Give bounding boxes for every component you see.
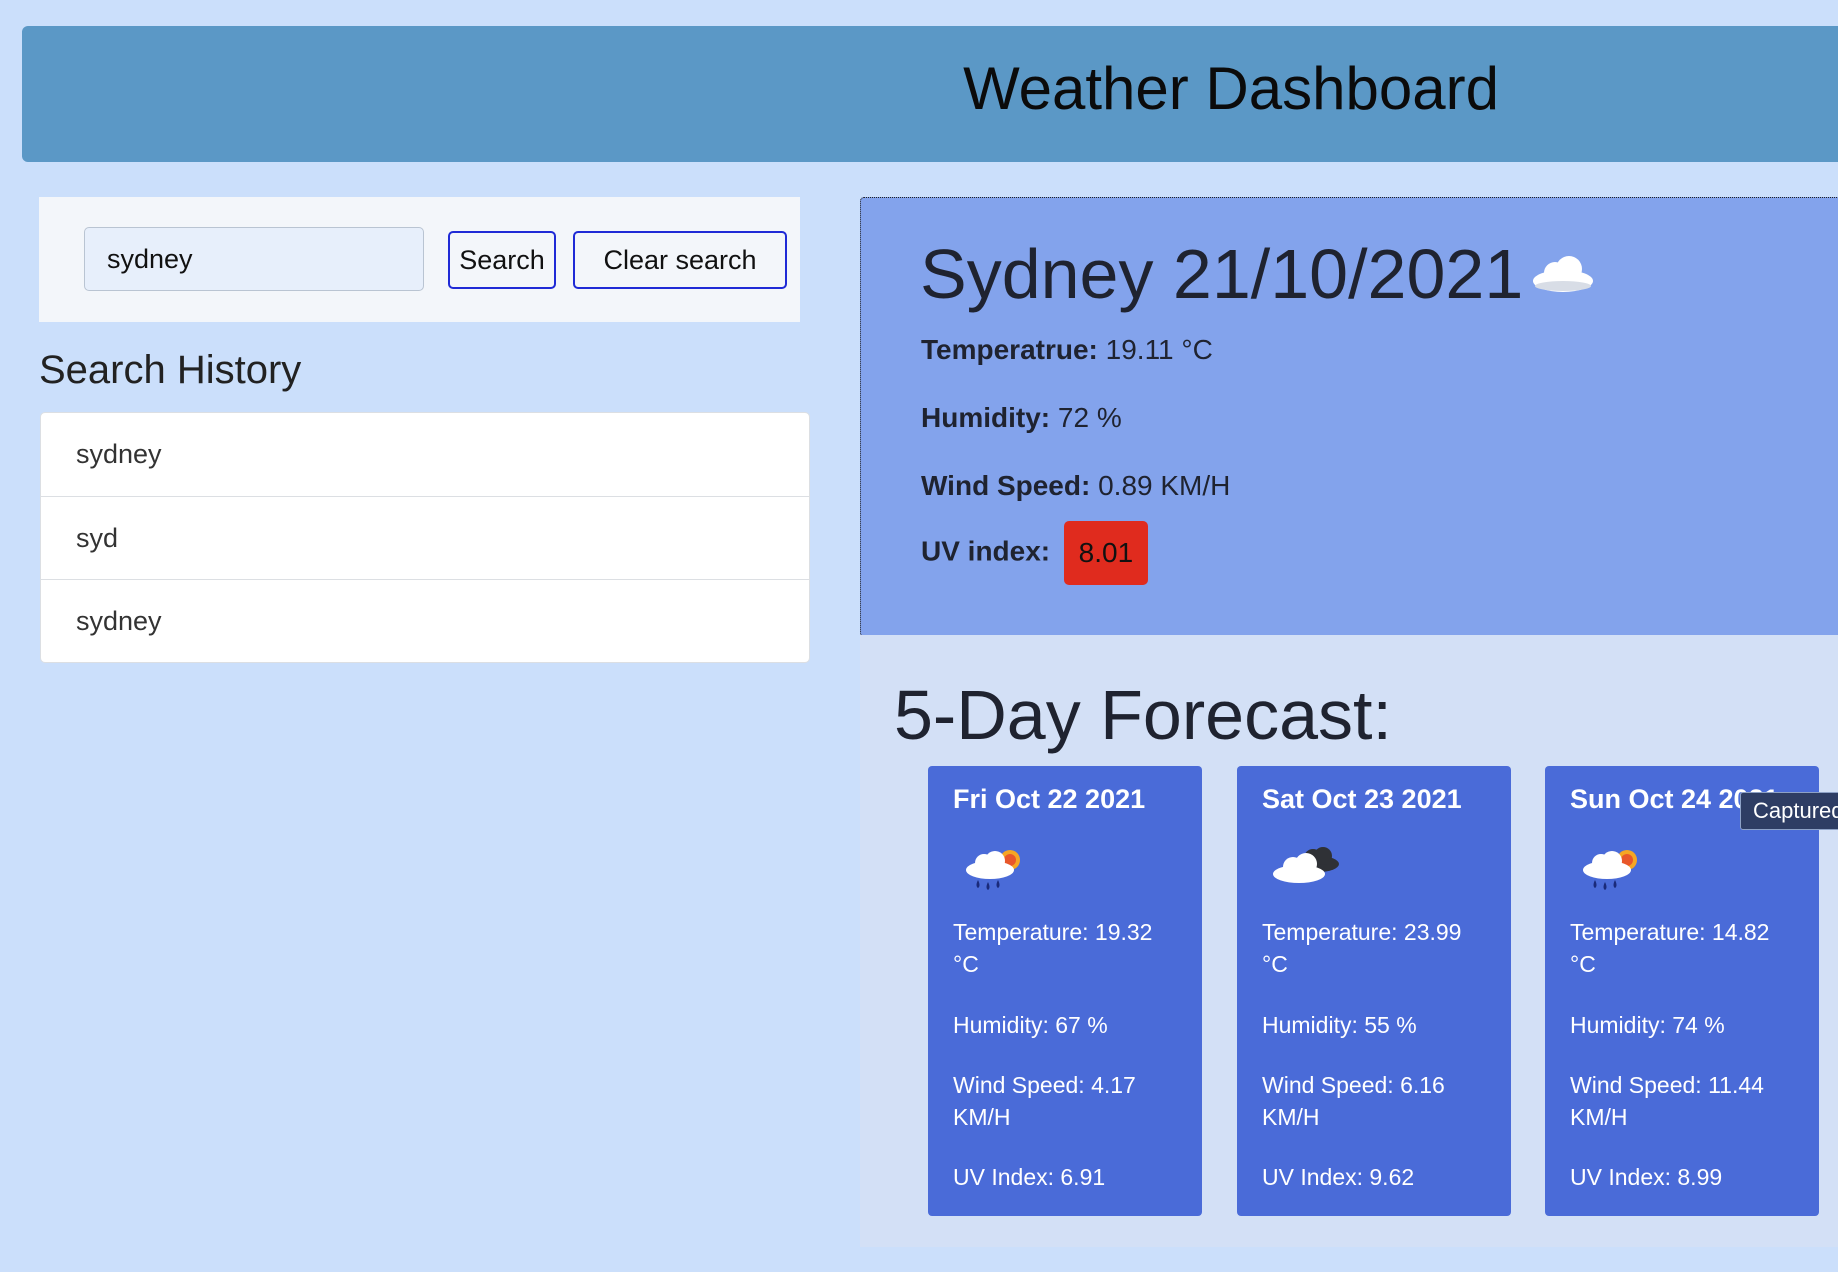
forecast-date: Sat Oct 23 2021 [1262,784,1462,814]
humidity-value: 72 % [1057,402,1122,433]
forecast-temperature-unit: °C [1262,951,1288,977]
temperature-value: 19.11 °C [1105,334,1213,365]
history-item[interactable]: sydney [41,579,809,662]
forecast-wind-line: Wind Speed: 6.16 [1262,1072,1445,1098]
search-input[interactable] [84,227,424,291]
forecast-title: 5-Day Forecast: [894,676,1392,754]
cloud-icon [1531,253,1595,298]
uv-label: UV index: [921,535,1051,567]
forecast-date: Fri Oct 22 2021 [953,784,1146,814]
forecast-humidity: Humidity: 55 % [1262,1012,1417,1038]
wind-label: Wind Speed: [921,470,1091,501]
forecast-wind-unit: KM/H [1570,1104,1628,1130]
forecast-uv: UV Index: 9.62 [1262,1164,1415,1190]
forecast-temperature: Temperature: 19.32 °C [953,916,1188,980]
forecast-card: Sun Oct 24 2021 Temperature: 14.82 °C Hu… [1545,766,1819,1216]
forecast-wind-line: Wind Speed: 4.17 [953,1072,1136,1098]
search-button[interactable]: Search [448,231,556,289]
dark-cloud-icon [1269,844,1345,899]
forecast-humidity: Humidity: 74 % [1570,1012,1725,1038]
forecast-temperature-line: Temperature: 23.99 [1262,919,1462,945]
forecast-card: Sat Oct 23 2021 Temperature: 23.99 °C Hu… [1237,766,1511,1216]
forecast-temperature-line: Temperature: 14.82 [1570,919,1770,945]
forecast-temperature-line: Temperature: 19.32 [953,919,1153,945]
forecast-uv: UV Index: 6.91 [953,1164,1106,1190]
forecast-card: Fri Oct 22 2021 Temperature: 19.32 °C Hu… [928,766,1202,1216]
search-history-title: Search History [39,348,302,392]
captured-tooltip: Captured [1740,792,1838,830]
history-item[interactable]: syd [41,496,809,579]
forecast-wind-unit: KM/H [1262,1104,1320,1130]
current-wind: Wind Speed: 0.89 KM/H [921,470,1230,502]
history-item[interactable]: sydney [41,413,809,496]
forecast-temperature-unit: °C [1570,951,1596,977]
forecast-temperature: Temperature: 14.82 °C [1570,916,1805,980]
search-panel: Search Clear search [39,197,800,322]
current-city-date: Sydney 21/10/2021 [920,235,1524,313]
forecast-uv: UV Index: 8.99 [1570,1164,1723,1190]
forecast-temperature-unit: °C [953,951,979,977]
search-history-list: sydney syd sydney [40,412,810,663]
rain-sun-cloud-icon [960,844,1026,899]
current-uv: UV index: 8.01 [921,521,1148,585]
forecast-wind: Wind Speed: 11.44 KM/H [1570,1069,1805,1133]
temperature-label: Temperatrue: [921,334,1098,365]
clear-search-button[interactable]: Clear search [573,231,787,289]
forecast-wind-line: Wind Speed: 11.44 [1570,1072,1764,1098]
forecast-section: 5-Day Forecast: Fri Oct 22 2021 Temperat… [860,635,1838,1247]
forecast-wind-unit: KM/H [953,1104,1011,1130]
forecast-wind: Wind Speed: 4.17 KM/H [953,1069,1188,1133]
forecast-wind: Wind Speed: 6.16 KM/H [1262,1069,1497,1133]
current-temperature: Temperatrue: 19.11 °C [921,334,1213,366]
page-title: Weather Dashboard [963,55,1499,122]
forecast-temperature: Temperature: 23.99 °C [1262,916,1497,980]
uv-badge: 8.01 [1063,521,1148,585]
forecast-humidity: Humidity: 67 % [953,1012,1108,1038]
header-bar: Weather Dashboard [22,26,1838,162]
wind-value: 0.89 KM/H [1098,470,1231,501]
current-humidity: Humidity: 72 % [921,402,1122,434]
current-weather-card: Sydney 21/10/2021 Temperatrue: 19.11 °C … [860,197,1838,637]
rain-sun-cloud-icon [1577,844,1643,899]
humidity-label: Humidity: [921,402,1051,433]
